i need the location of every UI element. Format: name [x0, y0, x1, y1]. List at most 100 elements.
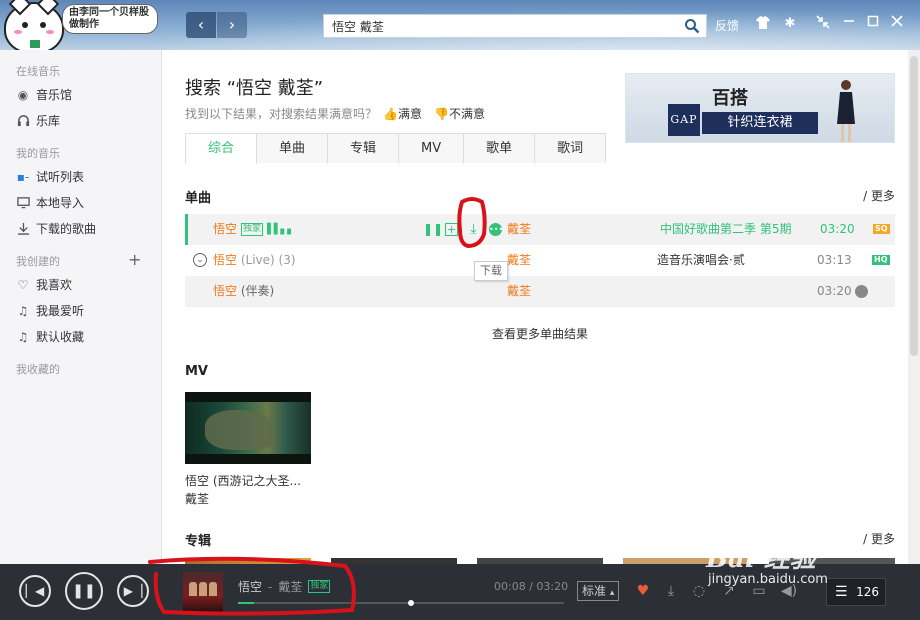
song-name[interactable]: 悟空 (Live) (3) — [213, 245, 296, 276]
table-row[interactable]: 悟空 (伴奏) 戴荃 03:20 — [185, 276, 895, 307]
sidebar-item-default-collection[interactable]: ♫ 默认收藏 — [16, 328, 84, 345]
song-artist[interactable]: 戴荃 — [507, 276, 531, 307]
thumb-down-icon: 👎 — [433, 107, 449, 121]
song-duration: 03:20 — [817, 284, 852, 298]
song-name[interactable]: 悟空 独家 ▌▌▖▖ — [213, 214, 295, 245]
next-button[interactable]: ▶▕ — [117, 575, 149, 607]
download-icon[interactable]: ⤓ — [662, 582, 680, 600]
now-playing: 悟空 - 戴荃 独家 — [238, 578, 331, 595]
songs-section-title: 单曲 — [185, 191, 212, 206]
unsatisfied-label: 不满意 — [448, 107, 485, 121]
playlist-icon: ☰ — [835, 584, 848, 600]
song-album[interactable]: 造音乐演唱会·贰 — [657, 245, 745, 276]
mv-artist[interactable]: 戴荃 — [185, 490, 209, 507]
gear-icon[interactable]: ✱ — [781, 15, 799, 33]
main-content: 搜索 “悟空 戴荃” 找到以下结果，对搜索结果满意吗？ 👍满意 👎不满意 GAP… — [162, 50, 908, 564]
song-artist[interactable]: 戴荃 — [507, 214, 531, 245]
table-row[interactable]: 悟空 独家 ▌▌▖▖ ❚❚ + ⤓ ••• 戴荃 中国好歌曲第二季 第5期 03:2… — [185, 214, 895, 245]
quality-badge: SQ — [873, 224, 890, 234]
search-icon[interactable] — [684, 18, 700, 34]
satisfied-label: 满意 — [397, 107, 422, 121]
share-icon[interactable]: ↗ — [720, 582, 738, 600]
ad-headline: 百搭 — [712, 88, 748, 109]
album-cover-thumbnail[interactable] — [183, 572, 223, 612]
song-title: 悟空 — [213, 253, 238, 267]
music-note-icon: ♫ — [17, 329, 29, 344]
tab-albums[interactable]: 专辑 — [327, 133, 400, 163]
chevron-up-icon: ▴ — [609, 588, 615, 598]
table-row[interactable]: ⌄ 悟空 (Live) (3) 戴荃 造音乐演唱会·贰 03:13 HQ — [185, 245, 895, 276]
playlist-button[interactable]: ☰ 126 — [826, 578, 886, 606]
now-playing-title[interactable]: 悟空 — [238, 578, 262, 595]
progress-handle[interactable] — [407, 600, 414, 606]
albums-more-link[interactable]: / 更多 — [863, 530, 895, 547]
sidebar-item-label: 下载的歌曲 — [36, 222, 97, 236]
view-more-songs-link[interactable]: 查看更多单曲结果 — [492, 325, 588, 342]
quality-badge: HQ — [872, 255, 890, 265]
song-artist[interactable]: 戴荃 — [507, 245, 531, 276]
tab-playlists[interactable]: 歌单 — [463, 133, 536, 163]
previous-button[interactable]: ▏◀ — [19, 575, 51, 607]
expand-icon[interactable]: ⌄ — [193, 253, 207, 267]
volume-icon[interactable]: ◀) — [780, 582, 798, 600]
song-version: (伴奏) — [240, 284, 275, 298]
add-playlist-icon[interactable]: + — [128, 250, 141, 269]
song-duration: 03:13 — [817, 253, 852, 267]
lyrics-icon[interactable]: ▭ — [750, 582, 768, 600]
sidebar-item-like[interactable]: ♡ 我喜欢 — [16, 276, 72, 293]
sidebar-item-label: 试听列表 — [36, 170, 85, 184]
quality-select[interactable]: 标准 ▴ — [577, 581, 620, 601]
song-album[interactable]: 中国好歌曲第二季 第5期 — [660, 214, 791, 245]
album-section-title: 专辑 — [185, 534, 212, 549]
progress-fill — [238, 602, 255, 604]
add-to-list-icon[interactable]: + — [445, 223, 458, 236]
tab-lyrics[interactable]: 歌词 — [534, 133, 607, 163]
sidebar-item-music-hall[interactable]: ◉ 音乐馆 — [16, 86, 72, 103]
search-input[interactable] — [324, 15, 664, 37]
pause-icon[interactable]: ❚❚ — [423, 223, 443, 236]
mv-thumbnail[interactable] — [185, 392, 311, 464]
progress-bar[interactable] — [238, 600, 564, 606]
close-icon[interactable] — [888, 15, 906, 33]
sidebar-item-trial-list[interactable]: ▪- 试听列表 — [16, 168, 84, 185]
sidebar-item-library[interactable]: 乐库 — [16, 112, 60, 129]
sidebar-item-favorite-listen[interactable]: ♫ 我最爱听 — [16, 302, 84, 319]
ad-brand-logo: GAP — [668, 104, 700, 136]
now-playing-artist[interactable]: 戴荃 — [278, 578, 302, 595]
forward-button[interactable]: › — [217, 12, 247, 38]
heart-icon[interactable]: ♥ — [634, 582, 652, 600]
mv-title[interactable]: 悟空 (西游记之大圣... — [185, 472, 311, 489]
tab-mv[interactable]: MV — [398, 133, 465, 163]
unsatisfied-button[interactable]: 👎不满意 — [434, 105, 485, 122]
sidebar-item-downloaded[interactable]: 下载的歌曲 — [16, 220, 96, 237]
sidebar-item-label: 我喜欢 — [36, 278, 73, 292]
tab-songs[interactable]: 单曲 — [256, 133, 329, 163]
result-tabs: 综合 单曲 专辑 MV 歌单 歌词 — [185, 133, 607, 164]
pause-button[interactable]: ❚❚ — [65, 572, 103, 610]
cat-avatar-icon — [4, 0, 64, 54]
playlist-count: 126 — [856, 585, 879, 599]
scrollbar[interactable] — [908, 50, 920, 564]
download-tooltip: 下载 — [474, 261, 508, 281]
scrollbar-thumb[interactable] — [910, 56, 918, 356]
mini-mode-icon[interactable] — [814, 15, 832, 33]
maximize-icon[interactable] — [864, 15, 882, 33]
sidebar-section-online: 在线音乐 — [16, 65, 60, 78]
tab-all[interactable]: 综合 — [185, 133, 258, 164]
minimize-icon[interactable] — [840, 15, 858, 33]
back-button[interactable]: ‹ — [186, 12, 216, 38]
page-title: 搜索 “悟空 戴荃” — [185, 78, 324, 99]
more-options-icon[interactable]: ••• — [489, 223, 503, 236]
songs-more-link[interactable]: / 更多 — [863, 187, 895, 204]
comment-icon[interactable]: ◌ — [690, 582, 708, 600]
song-name[interactable]: 悟空 (伴奏) — [213, 276, 274, 307]
feedback-link[interactable]: 反馈 — [715, 17, 739, 34]
heart-icon: ♡ — [17, 277, 29, 292]
sidebar: 在线音乐 ◉ 音乐馆 乐库 我的音乐 ▪- 试听列表 本地导入 下载的歌曲 我创… — [0, 50, 162, 564]
skin-icon[interactable] — [754, 15, 772, 33]
search-box — [323, 14, 707, 38]
satisfied-button[interactable]: 👍满意 — [383, 105, 422, 122]
sidebar-item-local-import[interactable]: 本地导入 — [16, 194, 84, 211]
ad-banner[interactable]: GAP 百搭 针织连衣裙 — [625, 73, 895, 143]
download-icon[interactable]: ⤓ — [467, 222, 480, 236]
